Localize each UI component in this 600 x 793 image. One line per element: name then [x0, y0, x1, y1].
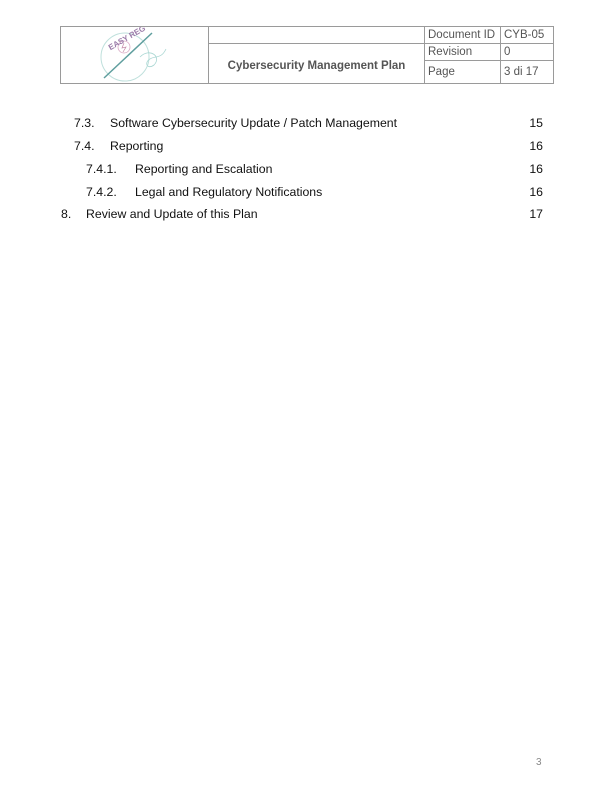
page-label: Page [424, 60, 501, 84]
revision-value: 0 [500, 43, 554, 61]
toc-entry-number: 7.4. [74, 139, 95, 153]
toc-entry-page: 15 [529, 116, 543, 130]
toc-entry-title[interactable]: Reporting and Escalation [135, 162, 272, 176]
toc-entry-title[interactable]: Legal and Regulatory Notifications [135, 185, 322, 199]
revision-label: Revision [424, 43, 501, 61]
doc-id-label: Document ID [424, 26, 501, 44]
page-number: 3 [536, 757, 542, 768]
title-top-cell [208, 26, 425, 44]
logo-cell: EASY REG [60, 26, 209, 84]
toc-entry-title[interactable]: Software Cybersecurity Update / Patch Ma… [110, 116, 397, 130]
toc-entry-number: 7.4.1. [86, 162, 117, 176]
document-header-table: EASY REG Document ID CYB-05 Cybersecurit… [60, 26, 554, 84]
easy-reg-logo-icon: EASY REG [100, 27, 166, 82]
toc-entry-page: 16 [529, 139, 543, 153]
toc-entry-number: 8. [61, 207, 72, 221]
toc-entry-title[interactable]: Review and Update of this Plan [86, 207, 258, 221]
page-value: 3 di 17 [500, 60, 554, 84]
toc-entry-page: 16 [529, 162, 543, 176]
toc-entry-page: 16 [529, 185, 543, 199]
toc-entry-page: 17 [529, 207, 543, 221]
toc-entry-number: 7.4.2. [86, 185, 117, 199]
document-title: Cybersecurity Management Plan [208, 43, 425, 84]
toc-entry-title[interactable]: Reporting [110, 139, 163, 153]
toc-entry-number: 7.3. [74, 116, 95, 130]
doc-id-value: CYB-05 [500, 26, 554, 44]
